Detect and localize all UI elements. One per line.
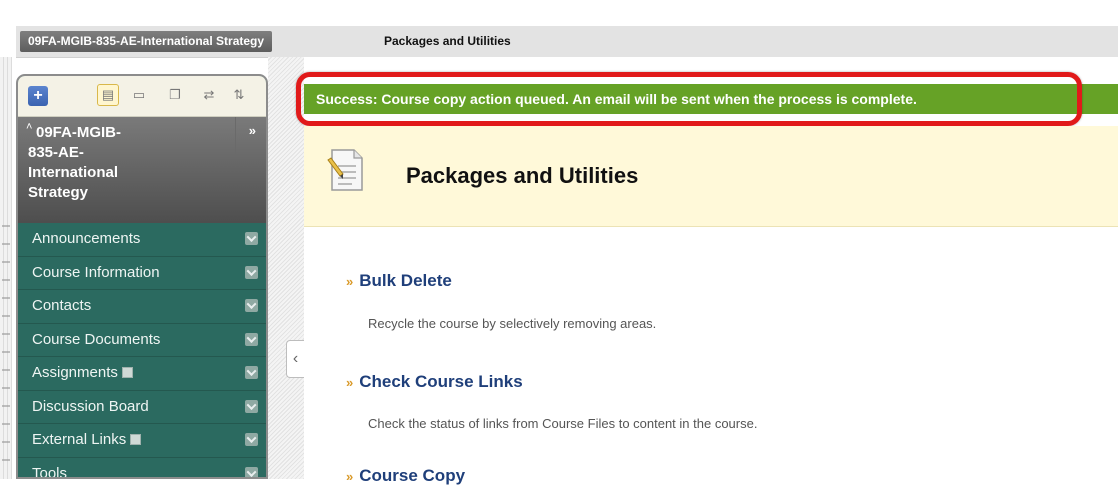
- sidebar-item-label: Course Information: [32, 263, 160, 281]
- collapse-menu-tab[interactable]: ‹: [286, 340, 304, 378]
- chevron-down-icon[interactable]: [245, 366, 258, 379]
- chevron-down-icon[interactable]: [245, 433, 258, 446]
- sidebar-item-course-documents[interactable]: Course Documents: [18, 324, 266, 357]
- plus-icon[interactable]: +: [28, 86, 48, 106]
- bullet-icon: »: [346, 274, 354, 289]
- highlight-annotation: [296, 72, 1082, 126]
- sidebar-item-contacts[interactable]: Contacts: [18, 290, 266, 324]
- breadcrumb: 09FA-MGIB-835-AE-International Strategy …: [16, 26, 1118, 58]
- sidebar-item-tools[interactable]: Tools: [18, 458, 266, 479]
- page-header: Packages and Utilities: [304, 126, 1118, 227]
- folder-view-icon[interactable]: ▭: [132, 88, 146, 102]
- course-title-line: 09FA-MGIB-: [36, 124, 122, 141]
- chevron-down-icon[interactable]: [245, 232, 258, 245]
- double-chevron-right-icon[interactable]: »: [249, 123, 256, 138]
- hidden-from-students-icon: [121, 367, 133, 378]
- chevron-down-icon[interactable]: [245, 399, 258, 413]
- sidebar-item-label: Course Documents: [32, 330, 161, 348]
- list-view-icon[interactable]: ▤: [101, 88, 115, 102]
- sort-icon[interactable]: ⇅: [232, 88, 246, 102]
- sidebar-item-discussion-board[interactable]: Discussion Board: [18, 391, 266, 424]
- sidebar-item-label: Contacts: [32, 297, 92, 314]
- course-title-line: Strategy: [28, 184, 89, 201]
- bullet-icon: »: [346, 375, 354, 390]
- sidebar-item-external-links[interactable]: External Links: [18, 424, 266, 458]
- window-icon[interactable]: ❐: [168, 88, 182, 102]
- bullet-icon: »: [346, 469, 354, 484]
- document-pencil-icon: [327, 149, 363, 191]
- header-divider: [235, 117, 236, 157]
- chevron-down-icon[interactable]: [245, 299, 258, 312]
- tool-link[interactable]: Check Course Links: [359, 372, 522, 391]
- refresh-icon[interactable]: ⇄: [202, 88, 216, 102]
- sidebar-item-course-information[interactable]: Course Information: [18, 257, 266, 290]
- course-menu-header: ˄ 09FA-MGIB- 835-AE- International Strat…: [18, 117, 266, 223]
- course-menu: + ▤ ▭ ❐ ⇄ ⇅ ˄ 09FA-MGIB- 835-AE- Interna…: [16, 74, 268, 479]
- course-title-line: International: [28, 164, 119, 181]
- breadcrumb-course[interactable]: 09FA-MGIB-835-AE-International Strategy: [20, 31, 273, 52]
- sidebar-item-label: Discussion Board: [32, 397, 149, 415]
- tool-link[interactable]: Course Copy: [359, 466, 465, 485]
- tool-link[interactable]: Bulk Delete: [359, 271, 452, 290]
- sidebar-item-label: Announcements: [32, 230, 141, 247]
- tool-course-copy[interactable]: » Course Copy: [346, 466, 465, 486]
- sidebar-item-assignments[interactable]: Assignments: [18, 357, 266, 391]
- course-menu-toolbar: + ▤ ▭ ❐ ⇄ ⇅: [18, 76, 266, 117]
- tool-check-course-links[interactable]: » Check Course Links: [346, 372, 523, 392]
- chevron-down-icon[interactable]: [245, 265, 258, 279]
- sidebar-item-label: Tools: [32, 464, 68, 479]
- course-title-line: 835-AE-: [28, 144, 84, 161]
- chevron-down-icon[interactable]: [245, 466, 258, 477]
- course-title[interactable]: 09FA-MGIB- 835-AE- International Strateg…: [28, 123, 228, 203]
- tool-description: Recycle the course by selectively removi…: [368, 316, 657, 331]
- tool-bulk-delete[interactable]: » Bulk Delete: [346, 271, 452, 291]
- hidden-from-students-icon: [130, 434, 142, 445]
- breadcrumb-current: Packages and Utilities: [384, 34, 511, 48]
- tool-description: Check the status of links from Course Fi…: [368, 416, 758, 431]
- left-edge-grip: [2, 225, 10, 475]
- sidebar-item-label: External Links: [32, 431, 127, 448]
- chevron-down-icon[interactable]: [245, 332, 258, 346]
- sidebar-item-label: Assignments: [32, 364, 118, 381]
- page-title: Packages and Utilities: [406, 163, 639, 188]
- sidebar-item-announcements[interactable]: Announcements: [18, 223, 266, 257]
